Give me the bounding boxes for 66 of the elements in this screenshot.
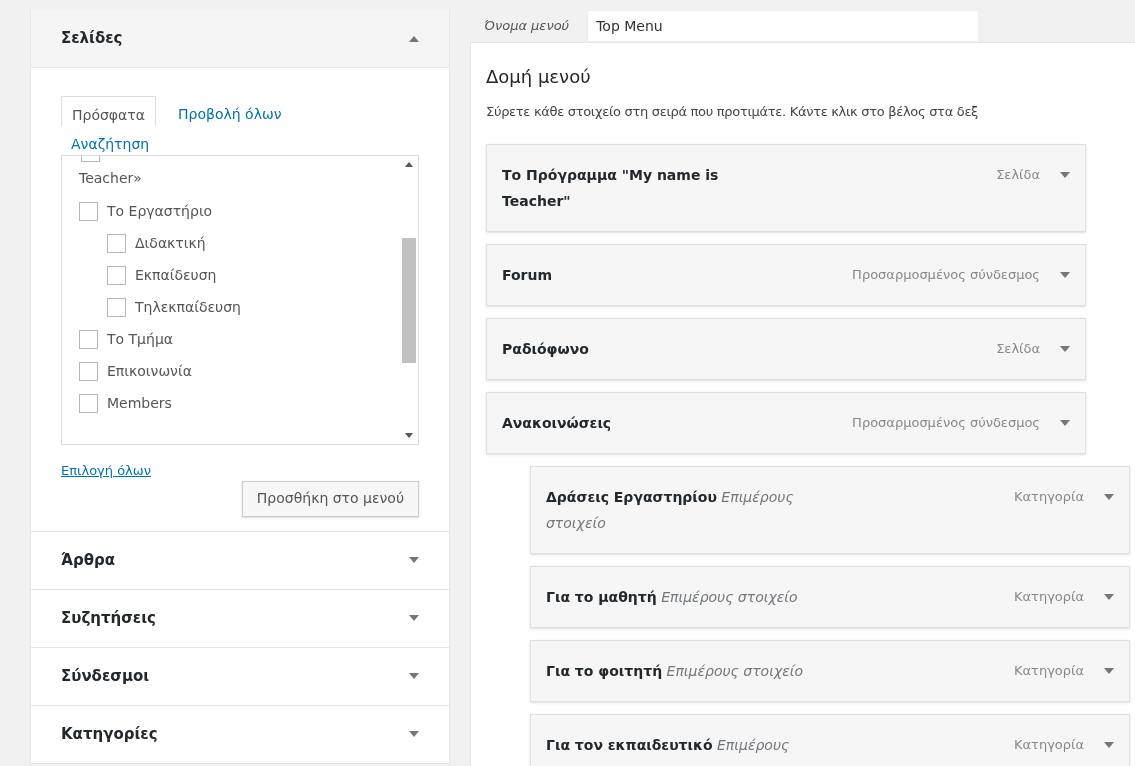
item-type-label: Κατηγορία	[1013, 735, 1084, 754]
checkbox[interactable]	[81, 156, 100, 162]
menu-item[interactable]: Για το μαθητή Επιμέρους στοιχείο Κατηγορία	[530, 565, 1130, 628]
item-type-label: Κατηγορία	[1013, 587, 1084, 606]
checkbox[interactable]	[107, 297, 126, 317]
page-label[interactable]: Εκπαίδευση	[135, 264, 217, 286]
expand-arrow-icon[interactable]	[1104, 667, 1114, 674]
checkbox[interactable]	[107, 265, 126, 285]
scrollbar-thumb[interactable]	[402, 237, 416, 363]
expand-arrow-icon[interactable]	[409, 731, 419, 737]
item-type-label: Κατηγορία	[1013, 487, 1084, 506]
expand-arrow-icon[interactable]	[409, 673, 419, 679]
menu-item[interactable]: Το Πρόγραμμα "My name is Teacher" Σελίδα	[486, 143, 1086, 232]
menu-item-title: Για το φοιτητή Επιμέρους στοιχείο	[546, 661, 804, 681]
menu-item-title: Forum	[502, 265, 553, 285]
expand-arrow-icon[interactable]	[1060, 345, 1070, 352]
expand-arrow-icon[interactable]	[1104, 493, 1114, 500]
page-label: Teacher»	[79, 169, 143, 188]
expand-arrow-icon[interactable]	[1060, 271, 1070, 278]
menu-item-title: Το Πρόγραμμα "My name is Teacher"	[502, 165, 720, 211]
item-type-label: Προσαρμοσμένος σύνδεσμος	[852, 413, 1040, 432]
scroll-down-icon[interactable]	[405, 433, 413, 438]
item-type-label: Σελίδα	[996, 339, 1040, 358]
add-to-menu-button[interactable]: Προσθήκη στο μενού	[241, 480, 419, 517]
tab[interactable]: Αναζήτηση	[61, 126, 150, 155]
page-label[interactable]: Διδακτική	[135, 232, 206, 254]
tab[interactable]: Πρόσφατα	[61, 96, 156, 126]
item-type-label: Σελίδα	[996, 165, 1040, 184]
collapse-arrow-icon[interactable]	[409, 35, 419, 42]
menu-item-title: Για το μαθητή Επιμέρους στοιχείο	[546, 587, 798, 607]
menu-item[interactable]: Δράσεις Εργαστηρίου Επιμέρους στοιχείο Κατηγορία	[530, 465, 1130, 554]
menu-item-title: Για τον εκπαιδευτικό Επιμέρους	[546, 735, 790, 755]
page-label[interactable]: Τηλεκπαίδευση	[135, 296, 241, 318]
section-header[interactable]: Σελίδες	[31, 10, 449, 68]
section-heading: Δομή μενού	[486, 65, 592, 89]
menu-name-label: Όνομα μενού	[484, 17, 570, 36]
menu-item[interactable]: Για το φοιτητή Επιμέρους στοιχείο Κατηγορία	[530, 639, 1130, 702]
page-label[interactable]: Επικοινωνία	[107, 360, 192, 382]
item-type-label: Κατηγορία	[1013, 661, 1084, 680]
menu-name-field[interactable]: Top Menu	[587, 10, 980, 42]
scroll-up-icon[interactable]	[405, 162, 413, 167]
checkbox[interactable]	[79, 361, 98, 381]
expand-arrow-icon[interactable]	[1104, 741, 1114, 748]
expand-arrow-icon[interactable]	[1104, 593, 1114, 600]
menu-item-title: Ανακοινώσεις	[502, 413, 612, 433]
select-all-link[interactable]: Επιλογή όλων	[61, 461, 151, 481]
checkbox[interactable]	[79, 201, 98, 221]
checkbox[interactable]	[79, 393, 98, 413]
menu-item[interactable]: Ανακοινώσεις Προσαρμοσμένος σύνδεσμος	[486, 391, 1086, 454]
expand-arrow-icon[interactable]	[409, 557, 419, 563]
expand-arrow-icon[interactable]	[1060, 171, 1070, 178]
tab[interactable]: Προβολή όλων	[168, 96, 282, 126]
checkbox[interactable]	[107, 233, 126, 253]
checkbox[interactable]	[79, 329, 98, 349]
page-label[interactable]: Members	[107, 392, 172, 414]
instructions-text: Σύρετε κάθε στοιχείο στη σειρά που προτιμάτε. Κάντε κλικ στο βέλος στα δεξ	[486, 103, 980, 121]
page-label[interactable]: Το Τμήμα	[107, 328, 174, 350]
page-label[interactable]: Το Εργαστήριο	[107, 200, 213, 222]
menu-item[interactable]: Forum Προσαρμοσμένος σύνδεσμος	[486, 243, 1086, 306]
menu-item-title: Ραδιόφωνο	[502, 339, 589, 359]
menu-item[interactable]: Για τον εκπαιδευτικό Επιμέρους Κατηγορία	[530, 713, 1130, 766]
item-type-label: Προσαρμοσμένος σύνδεσμος	[852, 265, 1040, 284]
menu-item[interactable]: Ραδιόφωνο Σελίδα	[486, 317, 1086, 380]
menu-item-title: Δράσεις Εργαστηρίου Επιμέρους στοιχείο	[546, 487, 795, 533]
expand-arrow-icon[interactable]	[1060, 419, 1070, 426]
expand-arrow-icon[interactable]	[409, 615, 419, 621]
